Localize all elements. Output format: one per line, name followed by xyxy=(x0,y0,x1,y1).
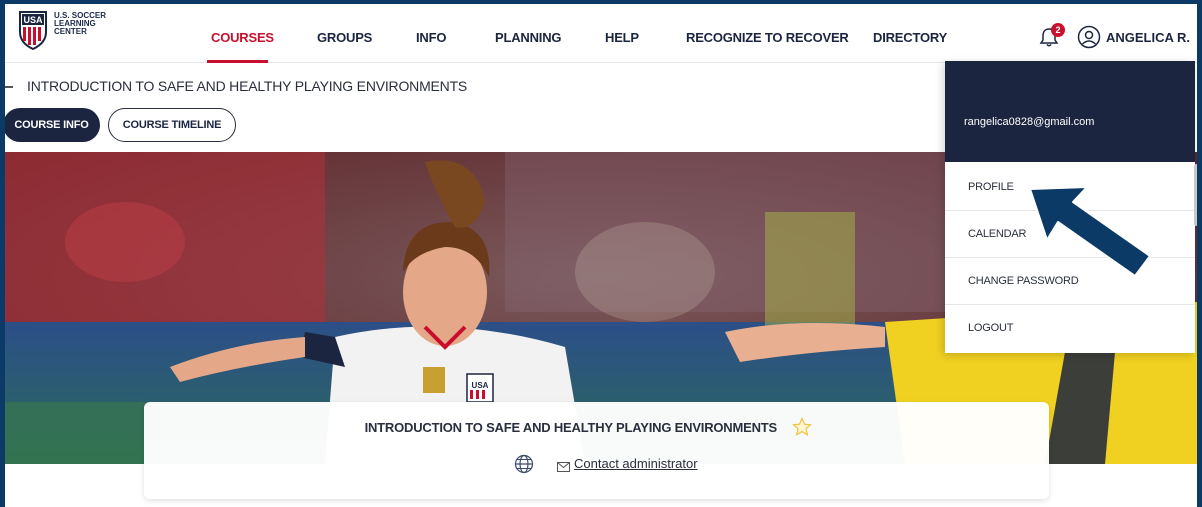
card-title: INTRODUCTION TO SAFE AND HEALTHY PLAYING… xyxy=(364,420,778,435)
page-title: INTRODUCTION TO SAFE AND HEALTHY PLAYING… xyxy=(27,78,468,94)
nav-recognize-to-recover[interactable]: RECOGNIZE TO RECOVER xyxy=(686,30,849,45)
pointer-arrow-icon xyxy=(1025,184,1155,279)
title-dash xyxy=(5,86,13,88)
active-nav-underline xyxy=(207,60,268,63)
mail-icon xyxy=(557,459,570,472)
dropdown-header: rangelica0828@gmail.com xyxy=(945,61,1195,162)
globe-icon xyxy=(514,454,534,474)
app-frame: USA U.S. SOCCER LEARNING CENTER COURSES … xyxy=(5,4,1197,507)
contact-administrator-link[interactable]: Contact administrator xyxy=(574,456,698,471)
main-nav: COURSES GROUPS INFO PLANNING HELP RECOGN… xyxy=(5,4,1197,63)
user-avatar-icon[interactable] xyxy=(1077,25,1101,49)
nav-courses[interactable]: COURSES xyxy=(211,30,274,45)
nav-planning[interactable]: PLANNING xyxy=(495,30,561,45)
user-name[interactable]: ANGELICA R. xyxy=(1106,30,1190,45)
notification-badge: 2 xyxy=(1051,23,1065,37)
nav-help[interactable]: HELP xyxy=(605,30,639,45)
course-card: INTRODUCTION TO SAFE AND HEALTHY PLAYING… xyxy=(144,402,1049,499)
nav-directory[interactable]: DIRECTORY xyxy=(873,30,947,45)
menu-item-logout[interactable]: LOGOUT xyxy=(945,305,1195,352)
user-email: rangelica0828@gmail.com xyxy=(964,116,1095,128)
nav-groups[interactable]: GROUPS xyxy=(317,30,372,45)
top-header: USA U.S. SOCCER LEARNING CENTER COURSES … xyxy=(5,4,1197,63)
jersey-crest-text: USA xyxy=(472,381,489,390)
page-scrollbar[interactable] xyxy=(1194,164,1197,226)
course-info-tab[interactable]: COURSE INFO xyxy=(5,108,100,142)
nav-info[interactable]: INFO xyxy=(416,30,446,45)
course-timeline-tab[interactable]: COURSE TIMELINE xyxy=(108,108,236,142)
star-icon[interactable] xyxy=(792,417,812,437)
